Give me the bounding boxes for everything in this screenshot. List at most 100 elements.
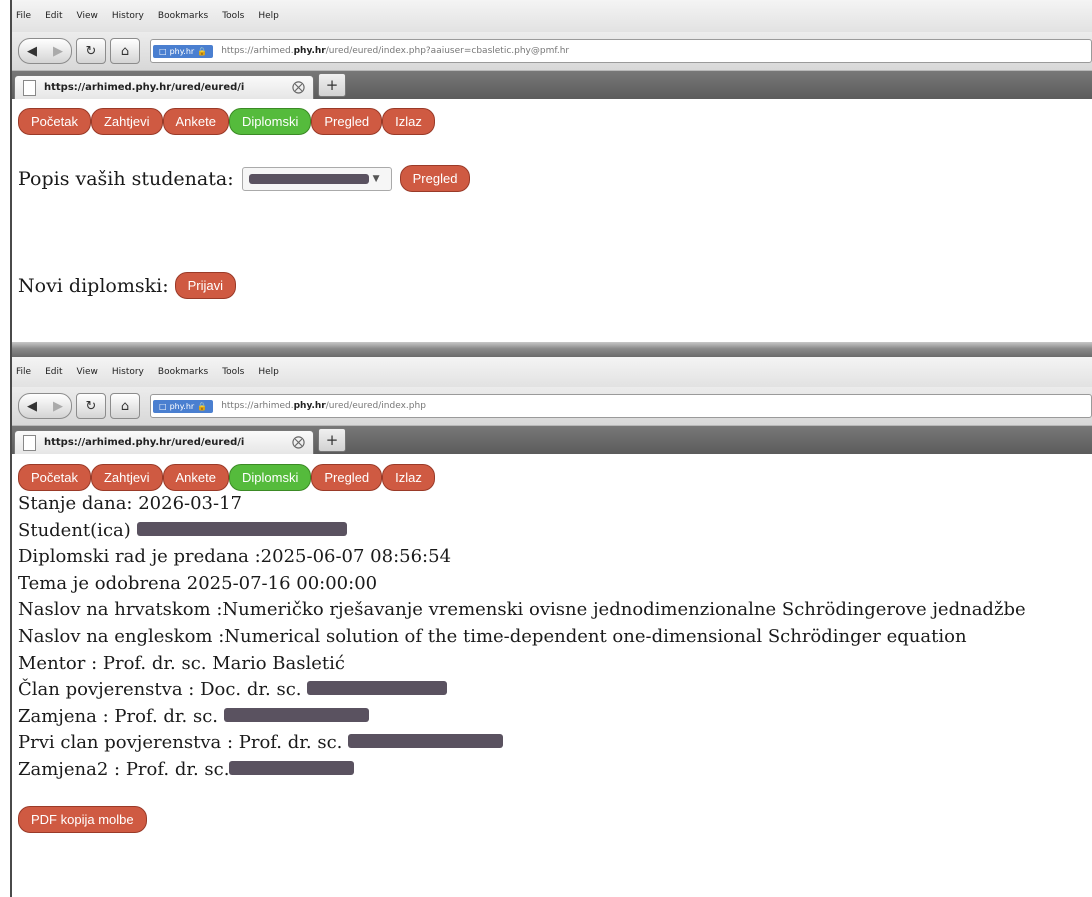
- nav-pocetak[interactable]: Početak: [18, 464, 91, 491]
- mentor-line: Mentor : Prof. dr. sc. Mario Basletić: [18, 652, 345, 674]
- back-forward-buttons[interactable]: ◀ ▶: [18, 393, 72, 419]
- browser-window-2: File Edit View History Bookmarks Tools H…: [10, 357, 1092, 897]
- url-domain: phy.hr: [293, 46, 326, 56]
- menu-edit[interactable]: Edit: [45, 11, 62, 21]
- tab-title: https://arhimed.phy.hr/ured/eured/i: [44, 82, 245, 93]
- forward-arrow-icon[interactable]: ▶: [53, 44, 63, 59]
- menu-edit[interactable]: Edit: [45, 367, 62, 377]
- lock-icon: 🔒: [197, 46, 208, 56]
- tab-bar: https://arhimed.phy.hr/ured/eured/i ⨂ +: [10, 71, 1092, 99]
- students-select[interactable]: ▼: [241, 166, 392, 191]
- page-icon: [23, 434, 36, 451]
- new-tab-button[interactable]: +: [318, 428, 346, 452]
- menu-file[interactable]: File: [16, 11, 31, 21]
- navigation-toolbar: ◀ ▶ ↻ ⌂ □ phy.hr 🔒 https://arhimed. phy.h…: [10, 387, 1092, 426]
- plus-icon: +: [325, 76, 339, 94]
- back-arrow-icon[interactable]: ◀: [27, 399, 37, 414]
- menu-view[interactable]: View: [77, 367, 98, 377]
- url-suffix: /ured/eured/index.php?aaiuser=cbasletic.…: [325, 46, 570, 56]
- submitted-line: Diplomski rad je predana :2025-06-07 08:…: [18, 546, 452, 568]
- home-button[interactable]: ⌂: [110, 393, 140, 419]
- nav-pregled[interactable]: Pregled: [311, 464, 383, 491]
- student-line: Student(ica): [18, 518, 1092, 545]
- redacted-substitute: [223, 707, 369, 722]
- site-nav: Početak Zahtjevi Ankete Diplomski Pregle…: [18, 108, 1092, 135]
- title-croatian: Naslov na hrvatskom :Numeričko rješavanj…: [18, 599, 1026, 621]
- nav-zahtjevi[interactable]: Zahtjevi: [90, 464, 163, 491]
- browser-window-1: File Edit View History Bookmarks Tools H…: [10, 0, 1092, 342]
- nav-zahtjevi[interactable]: Zahtjevi: [90, 108, 163, 135]
- nav-pregled[interactable]: Pregled: [311, 108, 383, 135]
- page-content: Početak Zahtjevi Ankete Diplomski Pregle…: [10, 454, 1092, 833]
- approved-line: Tema je odobrena 2025-07-16 00:00:00: [18, 572, 378, 594]
- pdf-row: PDF kopija molbe: [18, 805, 1092, 833]
- menu-help[interactable]: Help: [258, 367, 279, 377]
- url-prefix: https://arhimed.: [221, 46, 294, 56]
- status-date: Stanje dana: 2026-03-17: [18, 493, 242, 514]
- home-button[interactable]: ⌂: [110, 38, 140, 64]
- url-suffix: /ured/eured/index.php: [325, 401, 426, 411]
- menu-bar: File Edit View History Bookmarks Tools H…: [10, 0, 1092, 32]
- page-icon: [23, 79, 36, 96]
- nav-izlaz[interactable]: Izlaz: [382, 108, 435, 135]
- nav-pocetak[interactable]: Početak: [18, 108, 91, 135]
- plus-icon: +: [325, 431, 339, 449]
- home-icon: ⌂: [120, 398, 130, 414]
- redacted-student: [136, 521, 347, 536]
- back-arrow-icon[interactable]: ◀: [27, 44, 37, 59]
- url-domain: phy.hr: [293, 401, 326, 411]
- url-bar[interactable]: □ phy.hr 🔒 https://arhimed. phy.hr/ured/e…: [150, 394, 1092, 418]
- url-bar[interactable]: □ phy.hr 🔒 https://arhimed. phy.hr/ured/e…: [150, 39, 1092, 63]
- tab-active[interactable]: https://arhimed.phy.hr/ured/eured/i ⨂: [14, 430, 314, 454]
- chevron-down-icon: ▼: [372, 173, 380, 184]
- tab-bar: https://arhimed.phy.hr/ured/eured/i ⨂ +: [10, 426, 1092, 454]
- site-identity-badge[interactable]: □ phy.hr 🔒: [153, 399, 214, 413]
- nav-izlaz[interactable]: Izlaz: [382, 464, 435, 491]
- reload-button[interactable]: ↻: [76, 38, 106, 64]
- menu-file[interactable]: File: [16, 367, 31, 377]
- reload-button[interactable]: ↻: [76, 393, 106, 419]
- first-member-line: Prvi clan povjerenstva : Prof. dr. sc.: [18, 730, 1092, 757]
- site-nav: Početak Zahtjevi Ankete Diplomski Pregle…: [18, 464, 1092, 491]
- pdf-copy-button[interactable]: PDF kopija molbe: [18, 805, 147, 833]
- prijavi-button[interactable]: Prijavi: [174, 272, 236, 299]
- forward-arrow-icon[interactable]: ▶: [53, 399, 63, 414]
- menu-tools[interactable]: Tools: [222, 11, 244, 21]
- substitute-line: Zamjena : Prof. dr. sc.: [18, 704, 1092, 731]
- pregled-button[interactable]: Pregled: [399, 165, 471, 192]
- back-forward-buttons[interactable]: ◀ ▶: [18, 38, 72, 64]
- close-tab-icon[interactable]: ⨂: [292, 80, 305, 95]
- new-thesis-label: Novi diplomski:: [18, 274, 169, 297]
- page-icon: □: [159, 46, 167, 56]
- nav-ankete[interactable]: Ankete: [162, 108, 229, 135]
- page-content: Početak Zahtjevi Ankete Diplomski Pregle…: [10, 99, 1092, 299]
- nav-diplomski[interactable]: Diplomski: [229, 108, 312, 135]
- redacted-member: [307, 681, 448, 696]
- tab-active[interactable]: https://arhimed.phy.hr/ured/eured/i ⨂: [14, 75, 314, 99]
- new-tab-button[interactable]: +: [318, 73, 346, 97]
- new-thesis-row: Novi diplomski: Prijavi: [18, 272, 1092, 299]
- nav-ankete[interactable]: Ankete: [162, 464, 229, 491]
- menu-history[interactable]: History: [112, 11, 144, 21]
- window-separator: [10, 342, 1092, 357]
- menu-tools[interactable]: Tools: [222, 367, 244, 377]
- home-icon: ⌂: [120, 43, 130, 59]
- menu-bookmarks[interactable]: Bookmarks: [158, 367, 208, 377]
- nav-diplomski[interactable]: Diplomski: [229, 464, 312, 491]
- substitute2-line: Zamjena2 : Prof. dr. sc.: [18, 757, 1092, 784]
- page-icon: □: [159, 401, 167, 411]
- menu-history[interactable]: History: [112, 367, 144, 377]
- tab-title: https://arhimed.phy.hr/ured/eured/i: [44, 437, 245, 448]
- menu-view[interactable]: View: [77, 11, 98, 21]
- reload-icon: ↻: [85, 398, 97, 414]
- navigation-toolbar: ◀ ▶ ↻ ⌂ □ phy.hr 🔒 https://arhimed. phy.h…: [10, 32, 1092, 71]
- menu-help[interactable]: Help: [258, 11, 279, 21]
- close-tab-icon[interactable]: ⨂: [292, 435, 305, 450]
- committee-member-line: Član povjerenstva : Doc. dr. sc.: [18, 677, 1092, 704]
- site-identity-badge[interactable]: □ phy.hr 🔒: [153, 44, 214, 58]
- redacted-name: [248, 173, 369, 184]
- thesis-info: Stanje dana: 2026-03-17 Student(ica) Dip…: [18, 491, 1092, 784]
- menu-bookmarks[interactable]: Bookmarks: [158, 11, 208, 21]
- students-label: Popis vaših studenata:: [18, 167, 234, 190]
- lock-icon: 🔒: [197, 401, 208, 411]
